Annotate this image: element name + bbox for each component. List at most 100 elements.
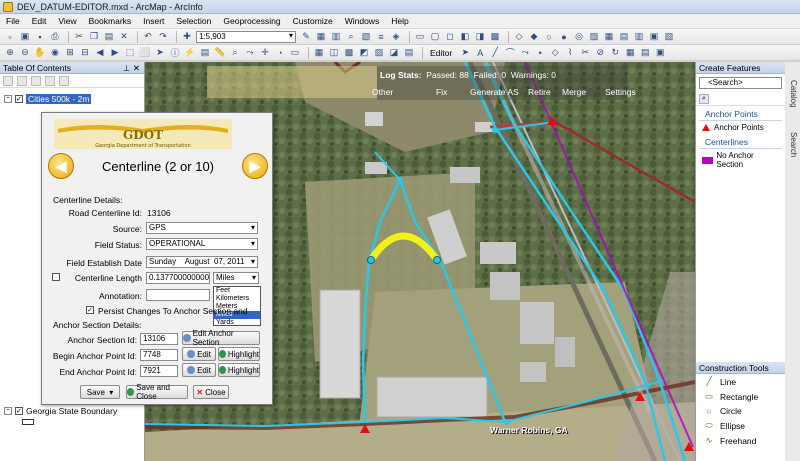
identify-icon[interactable]: ⓘ xyxy=(169,47,181,59)
list-by-source-icon[interactable] xyxy=(17,75,27,86)
trace-icon[interactable]: ⤳ xyxy=(519,47,531,59)
list-by-visibility-icon[interactable] xyxy=(31,75,41,86)
tool-a-icon[interactable]: ◇ xyxy=(513,31,525,43)
edit-vertices-icon[interactable]: ◇ xyxy=(549,47,561,59)
tool-g-icon[interactable]: ▦ xyxy=(603,31,615,43)
save-icon[interactable]: ▪ xyxy=(34,31,46,43)
toc-layer-georgia-boundary[interactable]: − ✓ Georgia State Boundary xyxy=(4,406,117,416)
straight-segment-icon[interactable]: ╱ xyxy=(489,47,501,59)
model-builder-icon[interactable]: ◈ xyxy=(390,31,402,43)
go-to-xy-icon[interactable]: ✛ xyxy=(259,47,271,59)
tool-b-icon[interactable]: ◆ xyxy=(528,31,540,43)
catalog-icon[interactable]: ▥ xyxy=(330,31,342,43)
rotate-icon[interactable]: ↻ xyxy=(609,47,621,59)
menu-geoprocessing[interactable]: Geoprocessing xyxy=(223,16,280,26)
log-settings-button[interactable]: Settings xyxy=(605,87,636,97)
forward-extent-icon[interactable]: ▶ xyxy=(109,47,121,59)
template-search-input[interactable]: <Search> xyxy=(699,77,782,89)
tool-d-icon[interactable]: ● xyxy=(558,31,570,43)
layer-visibility-checkbox[interactable]: ✓ xyxy=(15,407,23,415)
back-extent-icon[interactable]: ◀ xyxy=(94,47,106,59)
fixed-zoom-in-icon[interactable]: ⊞ xyxy=(64,47,76,59)
list-by-selection-icon[interactable] xyxy=(45,75,55,86)
menu-edit[interactable]: Edit xyxy=(32,16,47,26)
source-select[interactable]: GPS xyxy=(146,222,258,234)
zoom-whole-page-icon[interactable]: ▢ xyxy=(429,31,441,43)
editor-toolbar-icon[interactable]: ✎ xyxy=(300,31,312,43)
fixed-zoom-out-icon[interactable]: ⊟ xyxy=(79,47,91,59)
menu-customize[interactable]: Customize xyxy=(293,16,333,26)
tool-p-icon[interactable]: ▨ xyxy=(373,47,385,59)
add-data-icon[interactable]: ✚ xyxy=(181,31,193,43)
menu-bookmarks[interactable]: Bookmarks xyxy=(89,16,132,26)
tool-l-icon[interactable]: ▦ xyxy=(313,47,325,59)
next-arrow-icon[interactable]: ▶ xyxy=(242,153,268,179)
redo-icon[interactable]: ↷ xyxy=(157,31,169,43)
template-no-anchor-section[interactable]: No Anchor Section xyxy=(696,149,785,171)
edit-tool-icon[interactable]: ➤ xyxy=(459,47,471,59)
field-status-select[interactable]: OPERATIONAL xyxy=(146,238,258,250)
tool-r-icon[interactable]: ▤ xyxy=(403,47,415,59)
edit-annotation-icon[interactable]: A xyxy=(474,47,486,59)
cut-icon[interactable]: ✂ xyxy=(73,31,85,43)
measure-icon[interactable]: 📏 xyxy=(214,47,226,59)
hyperlink-icon[interactable]: ⚡ xyxy=(184,47,196,59)
annotation-input[interactable] xyxy=(146,289,210,301)
reshape-icon[interactable]: ⌇ xyxy=(564,47,576,59)
pan-icon[interactable]: ✋ xyxy=(34,47,46,59)
find-route-icon[interactable]: ⤳ xyxy=(244,47,256,59)
print-icon[interactable]: ⎙ xyxy=(49,31,61,43)
begin-anchor-edit-button[interactable]: Edit xyxy=(182,347,216,361)
construction-tool-line[interactable]: ╱ Line xyxy=(696,374,786,389)
change-layout-icon[interactable]: ▩ xyxy=(489,31,501,43)
list-by-drawing-order-icon[interactable] xyxy=(3,75,13,86)
log-fix-button[interactable]: Fix xyxy=(436,87,447,97)
persist-changes-checkbox[interactable]: ✓ xyxy=(86,306,94,314)
catalog-tab[interactable]: Catalog xyxy=(787,80,798,108)
toc-layer-cities[interactable]: − ✓ Cities 500k - 2m xyxy=(4,94,92,104)
edit-anchor-section-button[interactable]: Edit Anchor Section xyxy=(182,329,260,347)
field-date-picker[interactable]: Sunday August 07, 2011 xyxy=(146,256,258,268)
layer-visibility-checkbox[interactable]: ✓ xyxy=(15,95,23,103)
zoom-in-icon[interactable]: ⊕ xyxy=(4,47,16,59)
toggle-draft-icon[interactable]: ◧ xyxy=(459,31,471,43)
tool-e-icon[interactable]: ◎ xyxy=(573,31,585,43)
unit-option-feet[interactable]: Feet xyxy=(214,287,260,295)
tool-m-icon[interactable]: ◫ xyxy=(328,47,340,59)
layout-icon[interactable]: ▭ xyxy=(414,31,426,43)
anchor-section-input[interactable]: 13106 xyxy=(140,333,178,345)
log-merge-button[interactable]: Merge xyxy=(562,87,586,97)
arctoolbox-icon[interactable]: ▧ xyxy=(360,31,372,43)
point-icon[interactable]: • xyxy=(534,47,546,59)
end-anchor-highlight-button[interactable]: Highlight xyxy=(218,363,260,377)
options-icon[interactable] xyxy=(59,75,69,86)
clear-selection-icon[interactable]: ⬜ xyxy=(139,47,151,59)
editor-menu-button[interactable]: Editor xyxy=(427,48,455,58)
map-scale-combobox[interactable]: 1:5,903 xyxy=(196,30,296,43)
tool-i-icon[interactable]: ▥ xyxy=(633,31,645,43)
construction-tool-circle[interactable]: ○ Circle xyxy=(696,404,786,418)
pin-icon[interactable]: ⊥ xyxy=(123,62,130,74)
create-features-icon[interactable]: ▣ xyxy=(654,47,666,59)
select-features-icon[interactable]: ⬚ xyxy=(124,47,136,59)
endpoint-arc-icon[interactable]: ⌒ xyxy=(504,47,516,59)
construction-tool-ellipse[interactable]: ⬭ Ellipse xyxy=(696,418,786,433)
collapse-icon[interactable]: − xyxy=(4,95,12,103)
zoom-100-icon[interactable]: ◻ xyxy=(444,31,456,43)
template-anchor-points[interactable]: Anchor Points xyxy=(696,121,785,134)
tool-c-icon[interactable]: ○ xyxy=(543,31,555,43)
find-icon[interactable]: ⌕ xyxy=(229,47,241,59)
paste-icon[interactable]: ▤ xyxy=(103,31,115,43)
html-popup-icon[interactable]: ▤ xyxy=(199,47,211,59)
close-icon[interactable]: ✕ xyxy=(133,62,140,74)
menu-view[interactable]: View xyxy=(58,16,76,26)
end-anchor-input[interactable]: 7921 xyxy=(140,365,178,377)
tool-k-icon[interactable]: ▧ xyxy=(663,31,675,43)
begin-anchor-highlight-button[interactable]: Highlight xyxy=(218,347,260,361)
new-document-icon[interactable]: ▫ xyxy=(4,31,16,43)
full-extent-icon[interactable]: ◉ xyxy=(49,47,61,59)
construction-tool-freehand[interactable]: ∿ Freehand xyxy=(696,433,786,448)
search-icon[interactable]: ⌕ xyxy=(345,31,357,43)
tool-o-icon[interactable]: ◩ xyxy=(358,47,370,59)
split-icon[interactable]: ⊘ xyxy=(594,47,606,59)
